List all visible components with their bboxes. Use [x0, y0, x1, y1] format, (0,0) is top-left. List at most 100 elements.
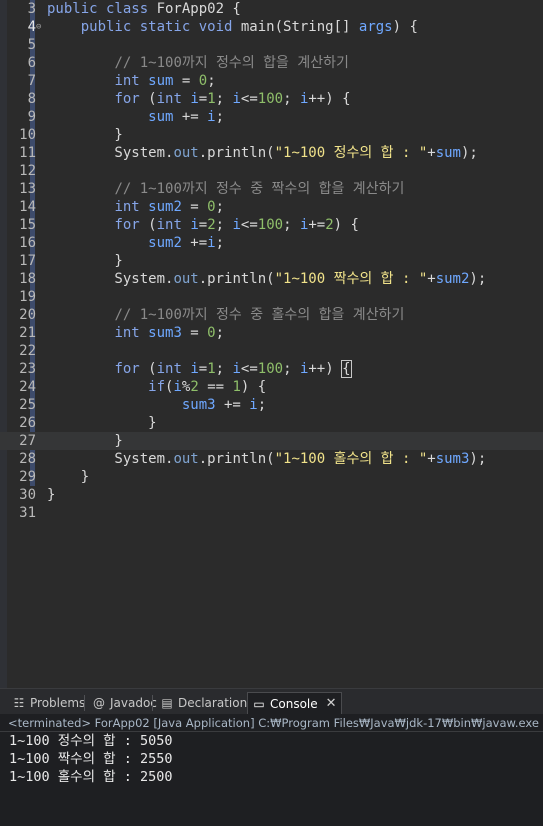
- code-token: 0: [207, 325, 216, 341]
- console-output[interactable]: 1~100 정수의 합 : 5050 1~100 짝수의 합 : 2550 1~10…: [0, 732, 543, 826]
- code-token: ;: [215, 217, 233, 233]
- code-line[interactable]: 20 // 1~100까지 정수 중 홀수의 합을 계산하기: [0, 306, 543, 324]
- code-editor[interactable]: 3 public class ForApp02 {4 ⊖ public static…: [0, 0, 543, 688]
- code-line[interactable]: 7 int sum = 0;: [0, 72, 543, 90]
- code-line[interactable]: 26 }: [0, 414, 543, 432]
- code-token: // 1~100까지 정수의 합을 계산하기: [114, 55, 349, 71]
- code-line[interactable]: 24 if(i%2 == 1) {: [0, 378, 543, 396]
- fold-toggle-icon[interactable]: ⊖: [36, 23, 44, 32]
- line-number: 23: [19, 361, 36, 377]
- code-line[interactable]: 29 }: [0, 468, 543, 486]
- code-line[interactable]: 12: [0, 162, 543, 180]
- code-token: +=: [181, 235, 208, 251]
- code-line[interactable]: 21 int sum3 = 0;: [0, 324, 543, 342]
- tab-label: Javadoc: [110, 696, 157, 710]
- line-number: 3: [27, 1, 36, 17]
- code-token: ) {: [333, 217, 359, 233]
- code-text: }: [47, 468, 89, 486]
- code-line[interactable]: 11 System.out.println("1~100 정수의 합 : "+s…: [0, 144, 543, 162]
- code-line[interactable]: 9 sum += i;: [0, 108, 543, 126]
- code-text: System.out.println("1~100 정수의 합 : "+sum)…: [47, 144, 477, 162]
- code-token: 100: [257, 217, 284, 233]
- tab-separator: [84, 695, 85, 711]
- code-token: main(String[]: [240, 19, 359, 35]
- code-token: ;: [257, 397, 267, 413]
- code-text: for (int i=1; i<=100; i++) {: [47, 360, 352, 378]
- code-line[interactable]: 16 sum2 +=i;: [0, 234, 543, 252]
- line-number: 17: [19, 253, 36, 269]
- code-token: 1: [207, 361, 216, 377]
- code-token: int: [156, 361, 191, 377]
- code-text: System.out.println("1~100 짝수의 합 : "+sum2…: [47, 270, 486, 288]
- console-panel: ☷ Problems @ Javadoc ▤ Declaration ▭ Console ✕ <…: [0, 688, 543, 826]
- code-token: +=: [173, 109, 208, 125]
- tab-declaration[interactable]: ▤ Declaration: [156, 692, 251, 714]
- code-line[interactable]: 22: [0, 342, 543, 360]
- code-line[interactable]: 15 for (int i=2; i<=100; i+=2) {: [0, 216, 543, 234]
- tab-javadoc[interactable]: @ Javadoc: [88, 692, 161, 714]
- code-token: {: [341, 360, 352, 378]
- line-number: 22: [19, 343, 36, 359]
- code-token: public static void: [80, 19, 241, 35]
- code-token: "1~100 홀수의 합 : ": [274, 451, 428, 467]
- code-line[interactable]: 4 ⊖ public static void main(String[] args…: [0, 18, 543, 36]
- code-token: // 1~100까지 정수 중 홀수의 합을 계산하기: [114, 307, 405, 323]
- code-token: ;: [215, 235, 225, 251]
- line-number: 24: [19, 379, 36, 395]
- code-line[interactable]: 10 }: [0, 126, 543, 144]
- code-line[interactable]: 3 public class ForApp02 {: [0, 0, 543, 18]
- code-token: .println(: [198, 451, 275, 467]
- code-token: .println(: [198, 271, 275, 287]
- code-token: );: [469, 271, 487, 287]
- code-line[interactable]: 18 System.out.println("1~100 짝수의 합 : "+s…: [0, 270, 543, 288]
- code-token: ++): [308, 361, 343, 377]
- tab-problems[interactable]: ☷ Problems: [8, 692, 89, 714]
- code-line[interactable]: 5: [0, 36, 543, 54]
- code-token: +=: [308, 217, 326, 233]
- code-token: );: [469, 451, 487, 467]
- line-number: 19: [19, 289, 36, 305]
- code-token: ) {: [240, 379, 267, 395]
- code-line[interactable]: 28 System.out.println("1~100 홀수의 합 : "+s…: [0, 450, 543, 468]
- code-token: int: [114, 73, 149, 89]
- code-token: i: [207, 109, 216, 125]
- code-line-current[interactable]: 27 }: [0, 432, 543, 450]
- code-token: ) {: [392, 19, 418, 35]
- code-text: public class ForApp02 {: [47, 0, 241, 18]
- code-token: if: [148, 379, 166, 395]
- line-number: 29: [19, 469, 36, 485]
- line-number: 6: [27, 55, 36, 71]
- code-line[interactable]: 6 // 1~100까지 정수의 합을 계산하기: [0, 54, 543, 72]
- code-lines[interactable]: 3 public class ForApp02 {4 ⊖ public static…: [0, 0, 543, 522]
- code-line[interactable]: 30}: [0, 486, 543, 504]
- code-line[interactable]: 17 }: [0, 252, 543, 270]
- code-token: +=: [215, 397, 250, 413]
- code-line[interactable]: 23 for (int i=1; i<=100; i++) {: [0, 360, 543, 378]
- code-token: 2: [325, 217, 334, 233]
- code-line[interactable]: 19: [0, 288, 543, 306]
- code-text: // 1~100까지 정수의 합을 계산하기: [47, 54, 349, 72]
- code-line[interactable]: 25 sum3 += i;: [0, 396, 543, 414]
- code-line[interactable]: 31: [0, 504, 543, 522]
- code-token: i: [190, 217, 199, 233]
- code-text: int sum2 = 0;: [47, 198, 224, 216]
- code-line[interactable]: 13 // 1~100까지 정수 중 짝수의 합을 계산하기: [0, 180, 543, 198]
- code-text: }: [47, 252, 122, 270]
- line-number: 14: [19, 199, 36, 215]
- line-number: 25: [19, 397, 36, 413]
- code-line[interactable]: 8 for (int i=1; i<=100; i++) {: [0, 90, 543, 108]
- code-token: ;: [283, 361, 300, 377]
- code-token: +: [427, 451, 436, 467]
- tab-separator: [152, 695, 153, 711]
- code-token: (: [148, 217, 157, 233]
- code-token: ++) {: [308, 91, 351, 107]
- line-number: 7: [27, 73, 36, 89]
- line-number: 15: [19, 217, 36, 233]
- code-line[interactable]: 14 int sum2 = 0;: [0, 198, 543, 216]
- close-tab-icon[interactable]: ✕: [326, 693, 337, 715]
- tab-console[interactable]: ▭ Console ✕: [247, 692, 342, 714]
